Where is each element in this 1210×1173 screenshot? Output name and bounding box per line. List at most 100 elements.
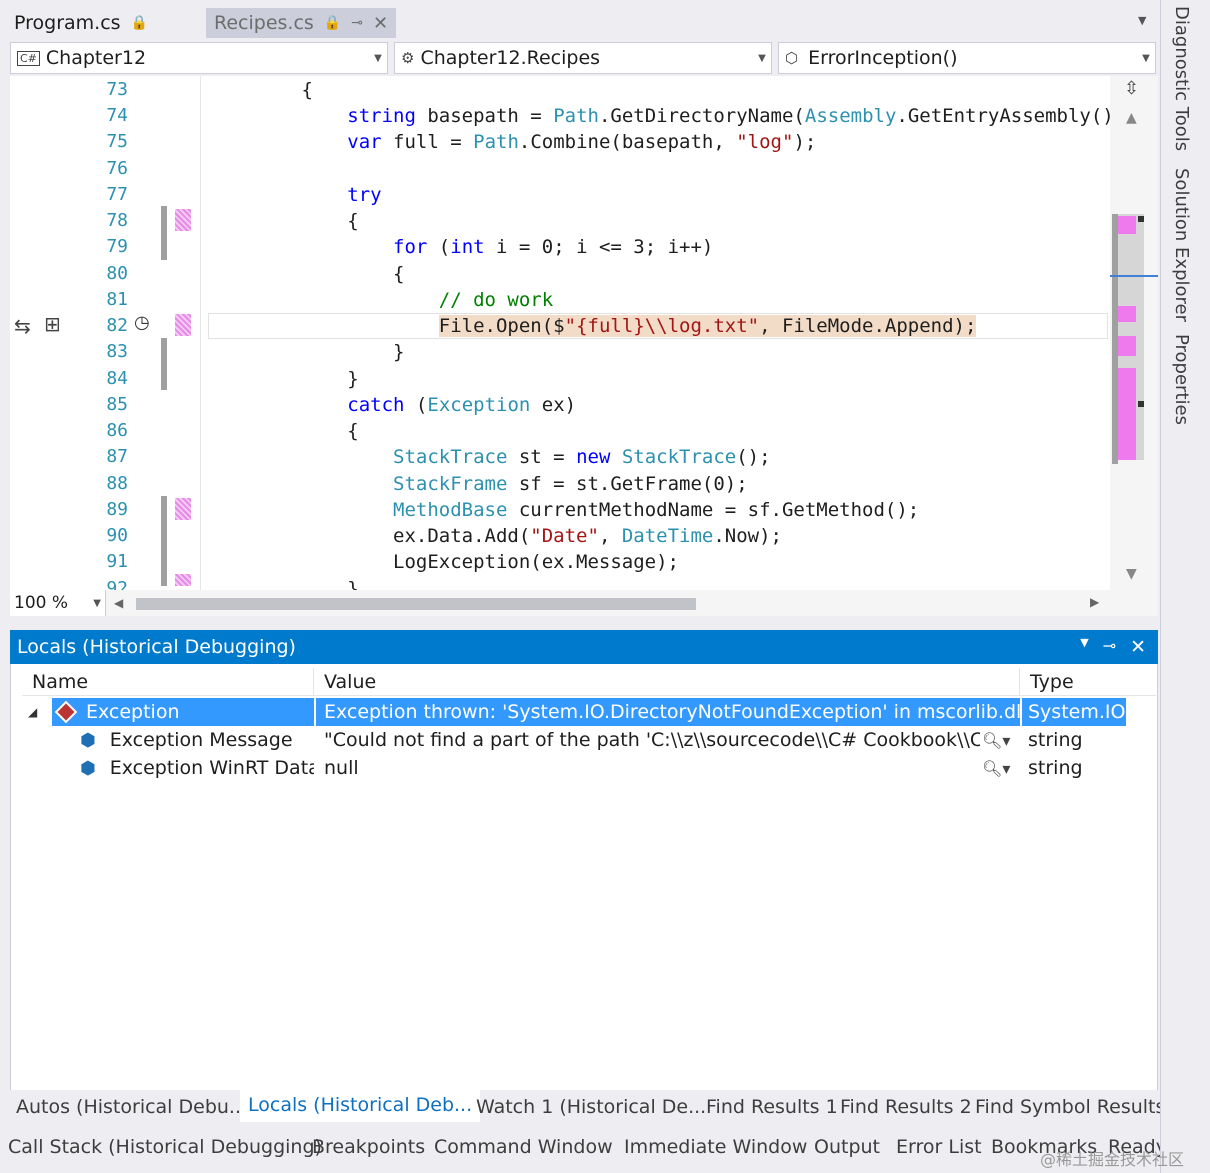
tab-output[interactable]: Output bbox=[814, 1130, 880, 1164]
tab-watch-1[interactable]: Watch 1 (Historical De... bbox=[476, 1090, 706, 1124]
column-header-name[interactable]: Name bbox=[22, 668, 314, 696]
line-number: 77 bbox=[106, 184, 128, 205]
locals-row-exception-message[interactable]: ⬢ Exception Message bbox=[80, 726, 314, 754]
code-line: } bbox=[210, 368, 359, 390]
row-name: Exception Message bbox=[109, 729, 293, 751]
scroll-marker bbox=[1118, 368, 1136, 460]
pin-icon[interactable]: ⊸ bbox=[1103, 636, 1116, 658]
field-icon: ⬢ bbox=[80, 729, 96, 751]
code-line: for (int i = 0; i <= 3; i++) bbox=[393, 236, 714, 258]
vertical-scrollbar-map[interactable]: ⇳ ▲ ▼ bbox=[1110, 76, 1158, 590]
scroll-right-icon[interactable]: ▶ bbox=[1090, 595, 1099, 609]
column-header-type[interactable]: Type bbox=[1020, 668, 1156, 696]
document-tab-strip: Program.cs 🔒 Recipes.cs 🔒 ⊸ ✕ ▼ bbox=[0, 0, 1160, 40]
code-line: ex.Data.Add("Date", DateTime.Now); bbox=[210, 525, 782, 547]
row-type: System.IO.D bbox=[1022, 698, 1126, 726]
line-number: 88 bbox=[106, 473, 128, 494]
header-label: Value bbox=[324, 670, 377, 693]
chevron-down-icon: ▼ bbox=[93, 597, 101, 609]
tab-find-symbol-results[interactable]: Find Symbol Results bbox=[975, 1090, 1165, 1124]
bookmark-marker bbox=[1138, 216, 1144, 222]
code-line: { bbox=[210, 263, 405, 285]
line-number: 80 bbox=[106, 263, 128, 284]
scroll-marker bbox=[1118, 336, 1136, 356]
class-dropdown[interactable]: ⚙ Chapter12.Recipes ▼ bbox=[394, 42, 772, 74]
project-dropdown[interactable]: C# Chapter12 ▼ bbox=[10, 42, 388, 74]
diagnostic-tools-tab[interactable]: Diagnostic Tools bbox=[1171, 6, 1192, 151]
column-header-value[interactable]: Value bbox=[314, 668, 1020, 696]
pin-icon[interactable]: ⊸ bbox=[351, 15, 363, 31]
scroll-marker bbox=[1118, 306, 1136, 322]
line-number: 86 bbox=[106, 420, 128, 441]
close-icon[interactable]: ✕ bbox=[373, 13, 388, 34]
line-number: 87 bbox=[106, 446, 128, 467]
call-hierarchy-icon[interactable]: ⊞ bbox=[44, 312, 61, 336]
change-marker bbox=[161, 338, 167, 390]
split-editor-icon[interactable]: ⇳ bbox=[1124, 78, 1139, 99]
tab-find-results-2[interactable]: Find Results 2 bbox=[840, 1090, 972, 1124]
locals-window-title[interactable]: Locals (Historical Debugging) ▼ ⊸ ✕ bbox=[10, 630, 1158, 664]
code-line: { bbox=[210, 210, 359, 232]
tab-command-window[interactable]: Command Window bbox=[434, 1130, 613, 1164]
member-label: ErrorInception() bbox=[808, 47, 958, 69]
chevron-down-icon: ▼ bbox=[374, 52, 382, 64]
code-line: StackFrame sf = st.GetFrame(0); bbox=[393, 473, 748, 495]
line-number: 79 bbox=[106, 236, 128, 257]
chevron-down-icon: ▼ bbox=[758, 52, 766, 64]
tab-immediate-window[interactable]: Immediate Window bbox=[624, 1130, 807, 1164]
row-name: Exception bbox=[86, 701, 180, 723]
chevron-down-icon: ▼ bbox=[1142, 52, 1150, 64]
row-value[interactable]: Exception thrown: 'System.IO.DirectoryNo… bbox=[316, 698, 1020, 726]
tab-label: Recipes.cs bbox=[214, 12, 314, 34]
tab-breakpoints[interactable]: Breakpoints bbox=[312, 1130, 425, 1164]
horizontal-scroll-thumb[interactable] bbox=[136, 598, 696, 610]
line-number: 92 bbox=[106, 578, 128, 590]
historical-marker bbox=[175, 314, 191, 336]
code-line: // do work bbox=[438, 289, 554, 311]
scroll-up-icon[interactable]: ▲ bbox=[1126, 110, 1137, 126]
step-back-icon[interactable]: ⇆ bbox=[14, 314, 31, 338]
tab-overflow-icon[interactable]: ▼ bbox=[1138, 14, 1146, 27]
row-value[interactable]: "Could not find a part of the path 'C:\\… bbox=[316, 726, 980, 754]
line-number: 74 bbox=[106, 105, 128, 126]
class-icon: ⚙ bbox=[401, 49, 415, 67]
collapse-arrow-icon[interactable]: ◢ bbox=[28, 698, 50, 726]
method-icon: ⬡ bbox=[785, 49, 799, 67]
row-value[interactable]: null bbox=[316, 754, 980, 782]
editor-bottom-bar: 100 % ▼ ◀ ▶ bbox=[10, 590, 1158, 616]
solution-explorer-tab[interactable]: Solution Explorer bbox=[1171, 168, 1192, 322]
history-clock-icon[interactable]: ◷ bbox=[134, 312, 150, 333]
window-menu-icon[interactable]: ▼ bbox=[1080, 636, 1088, 658]
tab-autos[interactable]: Autos (Historical Debu... bbox=[16, 1090, 247, 1124]
locals-row-exception-winrt-data[interactable]: ⬢ Exception WinRT Data bbox=[80, 754, 314, 782]
line-number: 78 bbox=[106, 210, 128, 231]
locals-row-exception[interactable]: Exception bbox=[52, 698, 314, 726]
header-label: Type bbox=[1030, 670, 1074, 693]
scroll-marker bbox=[1118, 216, 1136, 234]
field-icon: ⬢ bbox=[80, 757, 96, 779]
tab-recipes-cs[interactable]: Recipes.cs 🔒 ⊸ ✕ bbox=[206, 8, 396, 38]
magnifier-icon[interactable]: 🔍︎▾ bbox=[982, 726, 1020, 754]
scroll-left-icon[interactable]: ◀ bbox=[114, 596, 123, 610]
member-dropdown[interactable]: ⬡ ErrorInception() ▼ bbox=[778, 42, 1156, 74]
right-side-panels: Diagnostic Tools Solution Explorer Prope… bbox=[1160, 0, 1210, 1173]
magnifier-icon[interactable]: 🔍︎▾ bbox=[982, 754, 1020, 782]
code-line: } bbox=[210, 578, 359, 590]
code-line: } bbox=[210, 341, 405, 363]
lock-icon: 🔒 bbox=[130, 15, 148, 31]
change-marker bbox=[161, 496, 167, 586]
editor-gutter: 73 74 75 76 77 78 79 80 81 82 83 84 85 8… bbox=[10, 76, 200, 590]
zoom-dropdown[interactable]: 100 % ▼ bbox=[10, 590, 106, 616]
close-icon[interactable]: ✕ bbox=[1130, 636, 1146, 658]
properties-tab[interactable]: Properties bbox=[1171, 334, 1192, 425]
code-editor[interactable]: 73 74 75 76 77 78 79 80 81 82 83 84 85 8… bbox=[10, 76, 1158, 590]
line-number: 73 bbox=[106, 79, 128, 100]
caret-position-marker bbox=[1110, 275, 1158, 277]
tab-error-list[interactable]: Error List bbox=[896, 1130, 982, 1164]
tab-call-stack[interactable]: Call Stack (Historical Debugging) bbox=[8, 1130, 322, 1164]
tab-find-results-1[interactable]: Find Results 1 bbox=[706, 1090, 838, 1124]
tab-locals[interactable]: Locals (Historical Deb... bbox=[240, 1088, 481, 1122]
tab-program-cs[interactable]: Program.cs 🔒 bbox=[6, 8, 196, 38]
code-line-current: File.Open($"{full}\\log.txt", FileMode.A… bbox=[438, 315, 977, 337]
scroll-down-icon[interactable]: ▼ bbox=[1126, 566, 1137, 582]
